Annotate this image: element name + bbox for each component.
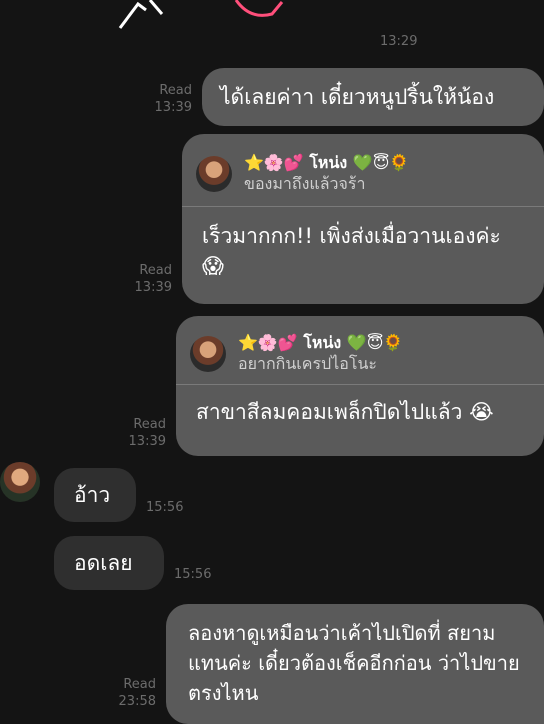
top-timestamp: 13:29 — [380, 34, 418, 49]
incoming-message-bubble[interactable]: อดเลย — [54, 536, 164, 590]
sticker-fragment — [118, 0, 284, 29]
message-time: 23:58 — [118, 694, 156, 709]
message-meta: Read 13:39 — [126, 262, 172, 296]
message-meta: Read 13:39 — [120, 416, 166, 450]
read-status: Read — [123, 677, 156, 692]
message-time: 13:39 — [128, 434, 166, 449]
message-text: สาขาสีลมคอมเพล็กปิดไปแล้ว 😭 — [196, 400, 494, 424]
read-status: Read — [139, 263, 172, 278]
message-text: อดเลย — [74, 551, 133, 575]
quoted-avatar — [190, 336, 226, 372]
quoted-text: ของมาถึงแล้วจร้า — [244, 174, 366, 193]
message-text: อ้าว — [74, 483, 111, 507]
message-meta: Read 23:58 — [110, 676, 156, 710]
incoming-message-bubble[interactable]: อ้าว — [54, 468, 136, 522]
quoted-sender-name: ⭐🌸💕 โหน่ง 💚😇🌻 — [238, 333, 404, 352]
message-time: 15:56 — [174, 567, 212, 582]
read-status: Read — [133, 417, 166, 432]
contact-avatar[interactable] — [0, 462, 40, 502]
message-text: เร็วมากกก!! เพิ่งส่งเมื่อวานเองค่ะ 😱 — [202, 224, 501, 278]
message-bubble[interactable]: ได้เลยค่าา เดี๋ยวหนูปริ้นให้น้อง — [202, 68, 544, 126]
quoted-sender-name: ⭐🌸💕 โหน่ง 💚😇🌻 — [244, 153, 410, 172]
message-time: 13:39 — [134, 280, 172, 295]
quoted-avatar — [196, 156, 232, 192]
read-status: Read — [159, 83, 192, 98]
quoted-message[interactable]: ⭐🌸💕 โหน่ง 💚😇🌻 ของมาถึงแล้วจร้า — [182, 134, 544, 206]
message-time: 15:56 — [146, 500, 184, 515]
message-time: 13:39 — [154, 100, 192, 115]
quoted-text: อยากกินเครปไอโนะ — [238, 354, 377, 373]
message-text: ลองหาดูเหมือนว่าเค้าไปเปิดที่ สยามแทนค่ะ… — [188, 621, 520, 705]
message-bubble[interactable]: ลองหาดูเหมือนว่าเค้าไปเปิดที่ สยามแทนค่ะ… — [166, 604, 544, 724]
reply-message-bubble[interactable]: ⭐🌸💕 โหน่ง 💚😇🌻 ของมาถึงแล้วจร้า เร็วมากกก… — [182, 134, 544, 304]
quoted-message[interactable]: ⭐🌸💕 โหน่ง 💚😇🌻 อยากกินเครปไอโนะ — [176, 316, 544, 384]
message-text: ได้เลยค่าา เดี๋ยวหนูปริ้นให้น้อง — [220, 85, 495, 109]
reply-message-bubble[interactable]: ⭐🌸💕 โหน่ง 💚😇🌻 อยากกินเครปไอโนะ สาขาสีลมค… — [176, 316, 544, 456]
message-meta: Read 13:39 — [148, 82, 192, 116]
